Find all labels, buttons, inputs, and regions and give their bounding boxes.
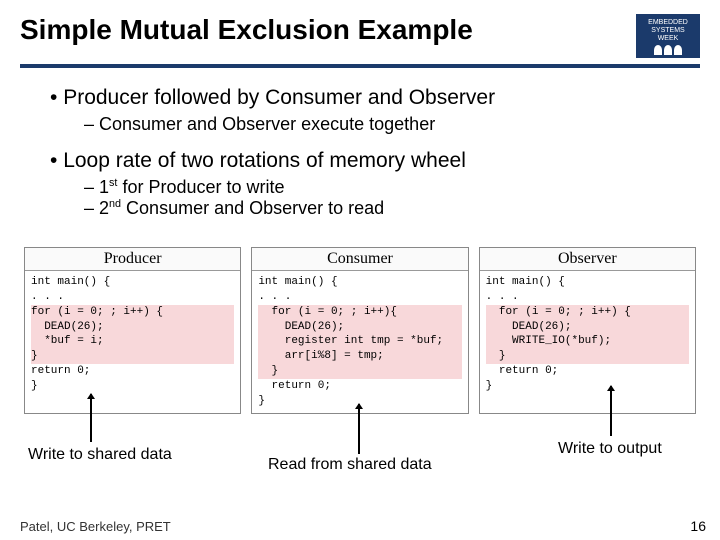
bullet-2: Loop rate of two rotations of memory whe… — [50, 149, 700, 173]
slide-title: Simple Mutual Exclusion Example — [20, 14, 473, 46]
bullet-2-sub-1: 1st for Producer to write — [84, 177, 700, 198]
bullet-1-sub-1: Consumer and Observer execute together — [84, 114, 700, 135]
annotation-read-shared: Read from shared data — [268, 456, 432, 474]
producer-title: Producer — [25, 248, 240, 271]
bullet-1: Producer followed by Consumer and Observ… — [50, 86, 700, 110]
bullet-2-sub-2: 2nd Consumer and Observer to read — [84, 198, 700, 219]
arrow-producer — [90, 394, 92, 442]
divider — [20, 64, 700, 68]
observer-code: int main() { . . . for (i = 0; ; i++) { … — [480, 271, 695, 398]
observer-title: Observer — [480, 248, 695, 271]
consumer-title: Consumer — [252, 248, 467, 271]
consumer-code: int main() { . . . for (i = 0; ; i++){ D… — [252, 271, 467, 413]
arrow-observer — [610, 386, 612, 436]
annotation-write-shared: Write to shared data — [28, 446, 172, 464]
logo-text-2: SYSTEMS — [651, 27, 684, 35]
consumer-panel: Consumer int main() { . . . for (i = 0; … — [251, 247, 468, 414]
esweek-logo: EMBEDDED SYSTEMS WEEK — [636, 14, 700, 58]
logo-text-1: EMBEDDED — [648, 19, 688, 27]
annotation-write-output: Write to output — [558, 440, 662, 458]
logo-text-3: WEEK — [658, 35, 679, 43]
producer-panel: Producer int main() { . . . for (i = 0; … — [24, 247, 241, 414]
page-number: 16 — [690, 518, 706, 534]
arrow-consumer — [358, 404, 360, 454]
content-body: Producer followed by Consumer and Observ… — [20, 86, 700, 219]
observer-panel: Observer int main() { . . . for (i = 0; … — [479, 247, 696, 414]
footer-credit: Patel, UC Berkeley, PRET — [20, 519, 171, 534]
producer-code: int main() { . . . for (i = 0; ; i++) { … — [25, 271, 240, 398]
